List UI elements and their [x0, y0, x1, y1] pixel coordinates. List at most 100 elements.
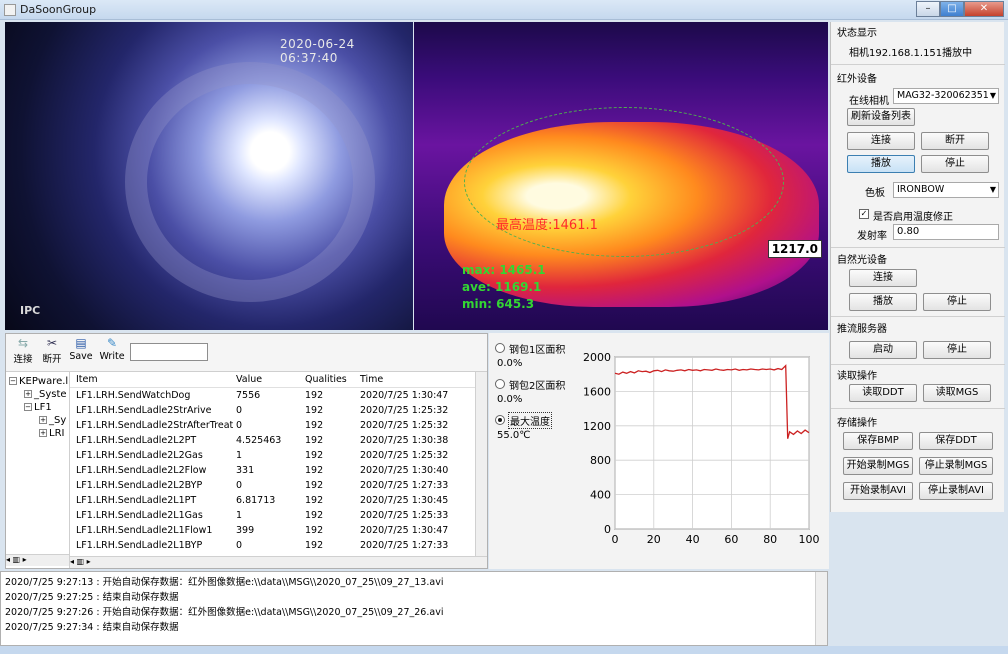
cell-value: 0 [236, 540, 243, 551]
opc-connect-button[interactable]: ⇆ 连接 [9, 337, 37, 366]
log-line: 2020/7/25 9:27:34 : 结束自动保存数据 [5, 622, 179, 633]
stream-start-button[interactable]: 启动 [849, 341, 917, 359]
cell-qualities: 192 [305, 480, 324, 491]
save-bmp-button[interactable]: 保存BMP [843, 432, 913, 450]
tree-node-lf1[interactable]: − LF1 [24, 402, 52, 413]
y-tick-label: 0 [604, 523, 611, 536]
column-header-time[interactable]: Time [360, 374, 383, 385]
start-mgs-button[interactable]: 开始录制MGS [843, 457, 913, 475]
infrared-camera-view: 最高温度:1461.1 max: 1465.1 ave: 1169.1 min:… [414, 22, 828, 330]
refresh-devices-button[interactable]: 刷新设备列表 [847, 108, 915, 126]
ir-disconnect-button[interactable]: 断开 [921, 132, 989, 150]
opc-toolbar: ⇆ 连接 ✂ 断开 ▤ Save ✎ Write [6, 334, 487, 372]
table-header: Item Value Qualities Time [70, 372, 475, 388]
maxtemp-radio[interactable] [495, 415, 505, 425]
cell-time: 2020/7/25 1:25:33 [360, 510, 449, 521]
cell-value: 0 [236, 480, 243, 491]
read-ddt-button[interactable]: 读取DDT [849, 384, 917, 402]
camera-select-value: MAG32-320062351 [897, 90, 989, 101]
ir-connect-button[interactable]: 连接 [847, 132, 915, 150]
cell-qualities: 192 [305, 390, 324, 401]
separator [831, 247, 1005, 248]
table-row[interactable]: LF1.LRH.SendWatchDog 7556 192 2020/7/25 1:3… [70, 389, 475, 404]
emissivity-input[interactable]: 0.80 [893, 224, 999, 240]
stop-avi-button[interactable]: 停止录制AVI [919, 482, 993, 500]
save-ddt-button[interactable]: 保存DDT [919, 432, 993, 450]
start-avi-button[interactable]: 开始录制AVI [843, 482, 913, 500]
table-row[interactable]: LF1.LRH.SendLadle2StrAfterTreat 0 192 2020/… [70, 419, 475, 434]
cell-qualities: 192 [305, 405, 324, 416]
disconnect-icon: ✂ [46, 336, 58, 350]
stat-max: max: 1465.1 [462, 263, 546, 277]
read-mgs-button[interactable]: 读取MGS [923, 384, 991, 402]
palette-select[interactable]: IRONBOW ▼ [893, 182, 999, 198]
cell-time: 2020/7/25 1:30:45 [360, 495, 449, 506]
table-row[interactable]: LF1.LRH.SendLadle2StrArive 0 192 2020/7/25 … [70, 404, 475, 419]
area2-radio[interactable] [495, 379, 505, 389]
maxtemp-label[interactable]: 最大温度 [508, 412, 552, 429]
write-value-input[interactable] [130, 343, 208, 361]
area2-value: 0.0% [497, 394, 523, 405]
table-row[interactable]: LF1.LRH.SendLadle2L2Gas 1 192 2020/7/25 1:2… [70, 449, 475, 464]
table-row[interactable]: LF1.LRH.SendLadle2L1Flow1 399 192 2020/7/25… [70, 524, 475, 539]
cell-qualities: 192 [305, 540, 324, 551]
window-title: DaSoonGroup [20, 3, 97, 16]
cell-value: 0 [236, 405, 243, 416]
tree-hscrollbar[interactable]: ◂ ▥ ▸ [6, 554, 69, 566]
y-tick-label: 2000 [583, 351, 611, 364]
opc-write-button[interactable]: ✎ Write [98, 337, 126, 363]
table-vscrollbar[interactable] [475, 372, 487, 556]
maximize-button[interactable]: □ [940, 1, 964, 17]
cell-item: LF1.LRH.SendLadle2StrAfterTreat [76, 420, 234, 431]
close-button[interactable]: ✕ [964, 1, 1004, 17]
ir-stop-button[interactable]: 停止 [921, 155, 989, 173]
table-row[interactable]: LF1.LRH.SendLadle2L1PT 6.81713 192 2020/7/2… [70, 494, 475, 509]
opc-disconnect-button[interactable]: ✂ 断开 [38, 336, 66, 366]
column-header-item[interactable]: Item [76, 374, 98, 385]
table-row[interactable]: LF1.LRH.SendLadle2L2BYP 0 192 2020/7/25 1:2… [70, 479, 475, 494]
area2-label[interactable]: 钢包2区面积 [509, 377, 565, 392]
stream-stop-button[interactable]: 停止 [923, 341, 991, 359]
cell-item: LF1.LRH.SendLadle2L2PT [76, 435, 197, 446]
area1-radio[interactable] [495, 343, 505, 353]
table-row[interactable]: LF1.LRH.SendLadle2L2PT 4.525463 192 2020/7/… [70, 434, 475, 449]
tree-node-system[interactable]: + _Syste [24, 389, 67, 400]
temp-correction-checkbox[interactable]: ✓ [859, 209, 869, 219]
area1-label[interactable]: 钢包1区面积 [509, 341, 565, 356]
tree-node-root[interactable]: − KEPware.l [9, 376, 68, 387]
cell-value: 7556 [236, 390, 261, 401]
natural-connect-button[interactable]: 连接 [849, 269, 917, 287]
column-header-qualities[interactable]: Qualities [305, 374, 347, 385]
camera-select[interactable]: MAG32-320062351 ▼ [893, 88, 999, 104]
tree-node-lf1-lrh[interactable]: + LRI [39, 428, 64, 439]
stop-mgs-button[interactable]: 停止录制MGS [919, 457, 993, 475]
natural-stop-button[interactable]: 停止 [923, 293, 991, 311]
column-header-value[interactable]: Value [236, 374, 262, 385]
ir-play-button[interactable]: 播放 [847, 155, 915, 173]
window-controls: – □ ✕ [916, 1, 1004, 17]
cell-time: 2020/7/25 1:27:33 [360, 540, 449, 551]
palette-select-value: IRONBOW [897, 184, 945, 195]
table-row[interactable]: LF1.LRH.SendLadle2L1Gas 1 192 2020/7/25 1:2… [70, 509, 475, 524]
table-row[interactable]: LF1.LRH.SendLadle2L1BYP 0 192 2020/7/25 1:2… [70, 539, 475, 554]
log-vscrollbar[interactable] [815, 572, 827, 645]
tree-node-lf1-system[interactable]: + _Sy [39, 415, 66, 426]
x-tick-label: 40 [686, 533, 700, 546]
y-tick-label: 1600 [583, 385, 611, 398]
separator [831, 364, 1005, 365]
opc-save-button[interactable]: ▤ Save [67, 337, 95, 363]
table-row[interactable]: LF1.LRH.SendLadle2L2Flow 331 192 2020/7/25 … [70, 464, 475, 479]
ipc-label: IPC [20, 304, 41, 317]
y-tick-label: 800 [590, 454, 611, 467]
natural-play-button[interactable]: 播放 [849, 293, 917, 311]
expand-icon: + [24, 390, 32, 398]
opc-write-label: Write [99, 351, 125, 362]
cell-item: LF1.LRH.SendLadle2L2Flow [76, 465, 207, 476]
store-title: 存储操作 [837, 418, 877, 429]
cell-qualities: 192 [305, 525, 324, 536]
log-panel: 2020/7/25 9:27:13 : 开始自动保存数据：红外图像数据e:\\d… [0, 571, 828, 646]
minimize-button[interactable]: – [916, 1, 940, 17]
point-temperature: 1217.0 [767, 240, 822, 258]
separator [831, 408, 1005, 409]
table-hscrollbar[interactable]: ◂ ▥ ▸ [70, 556, 487, 568]
